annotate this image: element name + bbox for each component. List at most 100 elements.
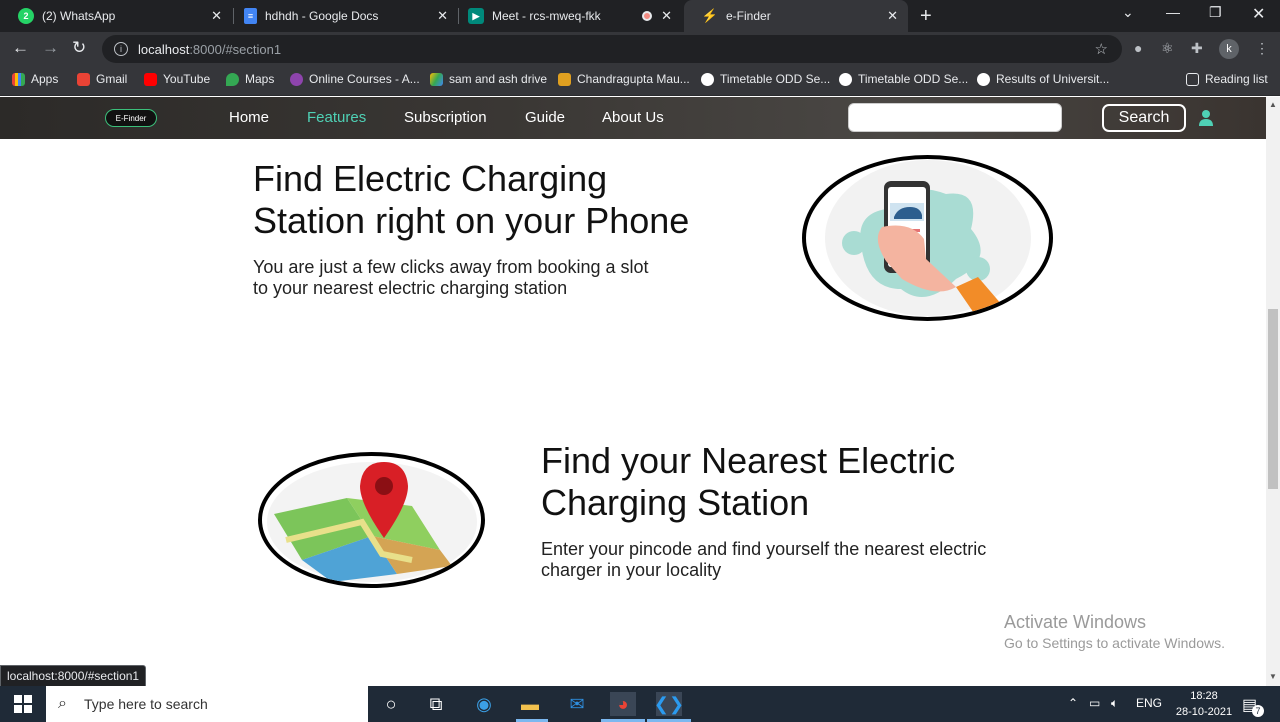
notification-count-badge: 7 xyxy=(1252,705,1264,717)
volume-icon[interactable]: 🔈︎ xyxy=(1111,696,1118,711)
nav-subscription[interactable]: Subscription xyxy=(404,109,487,126)
window-close-icon[interactable]: ✕ xyxy=(1252,4,1265,24)
windows-start-icon[interactable] xyxy=(14,695,32,713)
minimize-icon[interactable]: — xyxy=(1166,4,1180,20)
network-icon[interactable]: ▭ xyxy=(1089,696,1100,710)
close-icon[interactable]: ✕ xyxy=(887,8,898,24)
reading-list[interactable]: Reading list xyxy=(1186,72,1268,86)
title-line: Find your Nearest Electric xyxy=(541,440,956,481)
forward-arrow-icon[interactable]: → xyxy=(42,38,59,58)
bookmark-timetable-1[interactable]: Timetable ODD Se... xyxy=(701,72,830,86)
apps-grid-icon xyxy=(12,72,25,86)
bookmark-timetable-2[interactable]: Timetable ODD Se... xyxy=(839,72,968,86)
extension-dot-icon[interactable]: ● xyxy=(1134,40,1142,56)
mail-icon[interactable]: ✉ xyxy=(564,692,590,716)
maximize-icon[interactable]: ❐ xyxy=(1209,4,1222,21)
bookmark-label: Maps xyxy=(245,72,275,86)
scroll-down-icon[interactable]: ▼ xyxy=(1269,672,1277,681)
system-clock[interactable]: 18:28 28-10-2021 xyxy=(1172,688,1236,720)
nav-about-us[interactable]: About Us xyxy=(602,109,664,126)
bookmark-gmail[interactable]: Gmail xyxy=(77,72,127,86)
text-line: to your nearest electric charging statio… xyxy=(253,278,568,298)
chrome-icon[interactable]: ◕ xyxy=(610,692,636,716)
bookmark-label: sam and ash drive xyxy=(449,72,548,86)
scroll-thumb[interactable] xyxy=(1268,309,1278,489)
efinder-tab-icon: ⚡ xyxy=(701,8,719,23)
whatsapp-icon: 2 xyxy=(18,8,34,24)
bookmark-online-courses[interactable]: Online Courses - A... xyxy=(290,72,420,86)
close-icon[interactable]: ✕ xyxy=(437,8,448,24)
bookmark-label: Timetable ODD Se... xyxy=(858,72,969,86)
google-docs-icon: ≡ xyxy=(244,8,257,24)
tab-meet[interactable]: ▶ Meet - rcs-mweq-fkk ✕ xyxy=(450,0,682,32)
user-icon[interactable] xyxy=(1198,109,1214,127)
tray-chevron-icon[interactable]: ⌃ xyxy=(1068,696,1078,710)
page-scrollbar[interactable]: ▲ ▼ xyxy=(1266,97,1280,686)
logo-text: E-Finder xyxy=(115,113,147,123)
react-extension-icon[interactable]: ⚛ xyxy=(1161,40,1174,57)
address-host: localhost xyxy=(138,41,190,57)
bookmarks-bar: Apps Gmail YouTube Maps Online Courses -… xyxy=(0,66,1280,96)
bookmark-apps[interactable]: Apps xyxy=(12,72,58,86)
bookmark-chandragupta[interactable]: Chandragupta Mau... xyxy=(558,72,690,86)
title-line: Station right on your Phone xyxy=(253,200,690,241)
browser-tab-strip: 2 (2) WhatsApp ✕ ≡ hdhdh - Google Docs ✕… xyxy=(0,0,1280,32)
search-button[interactable]: Search xyxy=(1102,104,1186,132)
bookmark-maps[interactable]: Maps xyxy=(226,72,274,86)
bookmark-label: Online Courses - A... xyxy=(309,72,420,86)
close-icon[interactable]: ✕ xyxy=(661,8,672,24)
tab-label: Meet - rcs-mweq-fkk xyxy=(492,9,601,23)
tab-efinder[interactable]: ⚡ e-Finder ✕ xyxy=(684,0,908,32)
reload-icon[interactable]: ↻ xyxy=(72,38,86,58)
profile-avatar[interactable]: k xyxy=(1219,39,1239,59)
title-line: Charging Station xyxy=(541,482,810,523)
taskbar-search-box[interactable]: ⌕ Type here to search xyxy=(46,686,368,722)
puzzle-extensions-icon[interactable]: ✚ xyxy=(1191,40,1203,57)
bookmark-youtube[interactable]: YouTube xyxy=(144,72,210,86)
task-view-icon[interactable]: ⧉ xyxy=(423,692,449,716)
hand-phone-image xyxy=(825,160,1031,317)
phone-illustration xyxy=(802,155,1053,321)
nav-guide[interactable]: Guide xyxy=(525,109,565,126)
search-icon: ⌕ xyxy=(58,695,67,712)
activate-windows-title: Activate Windows xyxy=(1004,612,1147,632)
file-explorer-icon[interactable]: ▬ xyxy=(517,692,543,716)
bookmark-site-icon xyxy=(558,72,571,86)
course-icon xyxy=(290,72,303,86)
taskbar-search-placeholder: Type here to search xyxy=(84,696,208,712)
vscode-icon[interactable]: ❮❯ xyxy=(654,692,684,716)
scroll-up-icon[interactable]: ▲ xyxy=(1269,100,1277,109)
efinder-logo[interactable]: E-Finder xyxy=(105,109,157,127)
bookmark-results[interactable]: Results of Universit... xyxy=(977,72,1109,86)
cortana-icon[interactable]: ○ xyxy=(378,692,404,716)
nav-home[interactable]: Home xyxy=(229,109,269,126)
new-tab-plus-icon[interactable]: + xyxy=(920,5,932,28)
link-status-bubble: localhost:8000/#section1 xyxy=(0,665,147,687)
google-meet-icon: ▶ xyxy=(468,8,484,24)
site-search-input[interactable] xyxy=(848,103,1062,132)
browser-toolbar: ← → ↻ i localhost:8000/#section1 ☆ xyxy=(0,32,1280,66)
language-indicator[interactable]: ENG xyxy=(1136,696,1162,710)
menu-kebab-icon[interactable]: ⋮ xyxy=(1255,40,1269,57)
address-bar[interactable]: i localhost:8000/#section1 ☆ xyxy=(102,35,1122,63)
tab-whatsapp[interactable]: 2 (2) WhatsApp ✕ xyxy=(0,0,232,32)
section1-text: You are just a few clicks away from book… xyxy=(253,257,649,299)
tab-label: hdhdh - Google Docs xyxy=(265,9,379,23)
bookmark-drive[interactable]: sam and ash drive xyxy=(430,72,547,86)
nav-features[interactable]: Features xyxy=(307,109,366,126)
site-navbar: E-Finder Home Features Subscription Guid… xyxy=(0,97,1266,139)
bookmark-label: Results of Universit... xyxy=(996,72,1110,86)
bookmark-label: Apps xyxy=(31,72,59,86)
address-path: :8000/#section1 xyxy=(189,41,282,57)
bookmark-label: YouTube xyxy=(163,72,211,86)
title-line: Find Electric Charging xyxy=(253,158,608,199)
back-arrow-icon[interactable]: ← xyxy=(12,38,29,58)
edge-icon[interactable]: ◉ xyxy=(471,692,497,716)
bookmark-star-icon[interactable]: ☆ xyxy=(1095,40,1108,58)
tab-google-docs[interactable]: ≡ hdhdh - Google Docs ✕ xyxy=(226,0,458,32)
close-icon[interactable]: ✕ xyxy=(211,8,222,24)
site-info-icon[interactable]: i xyxy=(114,42,128,56)
gmail-icon xyxy=(77,72,90,86)
tab-search-chevron-icon[interactable]: ⌄ xyxy=(1122,4,1134,21)
recording-icon xyxy=(642,11,652,21)
